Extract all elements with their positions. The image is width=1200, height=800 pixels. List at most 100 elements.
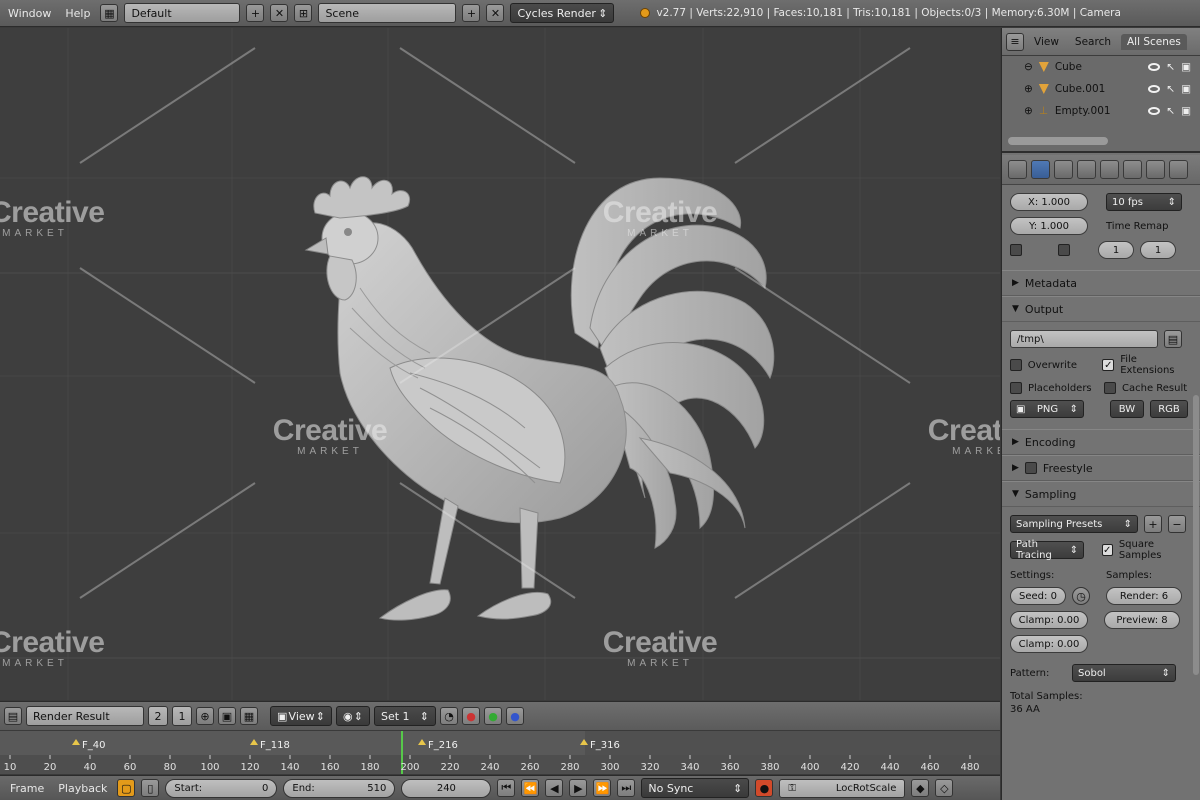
next-key-icon[interactable]: ⏩: [593, 779, 612, 797]
add-screen-icon[interactable]: +: [246, 4, 265, 22]
view-icon[interactable]: ▦: [240, 707, 258, 725]
cursor-icon[interactable]: ↖: [1166, 83, 1175, 95]
expand-icon[interactable]: ⊖: [1024, 61, 1033, 73]
render-camera-icon[interactable]: ▣: [1181, 105, 1191, 117]
remove-screen-icon[interactable]: ✕: [270, 4, 289, 22]
keying-set-select[interactable]: Set 1 ⇕: [374, 706, 436, 726]
scene-tab-icon[interactable]: [1077, 160, 1096, 179]
menu-playback[interactable]: Playback: [54, 782, 111, 795]
frame-rate-select[interactable]: 10 fps ⇕: [1106, 193, 1182, 211]
jump-end-icon[interactable]: ⏭: [617, 779, 636, 797]
aspect-x-field[interactable]: X: 1.000: [1010, 193, 1088, 211]
outliner-row-cube[interactable]: ⊖ Cube ↖ ▣: [1002, 56, 1200, 78]
time-remap-new-field[interactable]: 1: [1140, 241, 1176, 259]
outliner[interactable]: ≡ View Search All Scenes ⊖ Cube ↖ ▣ ⊕ Cu…: [1002, 28, 1200, 153]
properties-scrollbar[interactable]: [1193, 395, 1199, 675]
render-tab-icon[interactable]: [1031, 160, 1050, 179]
delete-keyframe-icon[interactable]: ◇: [935, 779, 954, 797]
menu-frame[interactable]: Frame: [6, 782, 48, 795]
add-preset-icon[interactable]: +: [1144, 515, 1162, 533]
render-camera-icon[interactable]: ▣: [1181, 83, 1191, 95]
image-layer-field[interactable]: 1: [172, 706, 192, 726]
outliner-scrollbar[interactable]: [1008, 137, 1108, 145]
visibility-eye-icon[interactable]: [1148, 85, 1161, 93]
pattern-select[interactable]: Sobol ⇕: [1072, 664, 1176, 682]
remove-preset-icon[interactable]: −: [1168, 515, 1186, 533]
integrator-select[interactable]: Path Tracing ⇕: [1010, 539, 1085, 561]
channel-blue-icon[interactable]: ●: [506, 707, 524, 725]
sampling-presets-select[interactable]: Sampling Presets ⇕: [1010, 515, 1138, 533]
outliner-row-cube-001[interactable]: ⊕ Cube.001 ↖ ▣: [1002, 78, 1200, 100]
cache-result-checkbox[interactable]: [1104, 382, 1116, 394]
image-icon[interactable]: ▣: [218, 707, 236, 725]
placeholders-checkbox[interactable]: [1010, 382, 1022, 394]
world-tab-icon[interactable]: [1100, 160, 1119, 179]
channel-green-icon[interactable]: ●: [484, 707, 502, 725]
border-checkbox[interactable]: [1010, 244, 1022, 256]
square-samples-checkbox[interactable]: ✓: [1101, 544, 1113, 556]
outliner-row-empty-001[interactable]: ⊕ ⊥ Empty.001 ↖ ▣: [1002, 100, 1200, 122]
screen-layout-field[interactable]: Default: [124, 3, 241, 23]
timeline[interactable]: F_40 F_118 F_216 F_316 10 20 40 60 80 100 120 1…: [0, 730, 1000, 774]
output-path-field[interactable]: /tmp\: [1010, 330, 1158, 348]
current-frame-field[interactable]: 240: [401, 778, 492, 798]
insert-keyframe-icon[interactable]: ◆: [911, 779, 930, 797]
menu-help[interactable]: Help: [61, 7, 94, 20]
modifiers-tab-icon[interactable]: [1169, 160, 1188, 179]
channel-red-icon[interactable]: ●: [462, 707, 480, 725]
auto-keying-icon[interactable]: ●: [755, 779, 774, 797]
3d-viewport[interactable]: Creative MARKET Creative MARKET Creative…: [0, 28, 1000, 700]
sampling-panel-header[interactable]: ▼ Sampling: [1002, 481, 1200, 507]
file-extensions-checkbox[interactable]: ✓: [1102, 359, 1115, 371]
visibility-eye-icon[interactable]: [1148, 63, 1161, 71]
menu-window[interactable]: Window: [4, 7, 55, 20]
folder-browse-icon[interactable]: ▤: [1164, 330, 1182, 348]
channel-alpha-icon[interactable]: ◔: [440, 707, 458, 725]
view-menu[interactable]: ▣ View ⇕: [270, 706, 332, 726]
tab-all-scenes[interactable]: All Scenes: [1121, 33, 1187, 50]
color-rgb-button[interactable]: RGB: [1150, 400, 1188, 418]
render-engine-select[interactable]: Cycles Render ⇕: [510, 3, 615, 23]
tab-search[interactable]: Search: [1069, 34, 1117, 50]
play-icon[interactable]: ▶: [569, 779, 588, 797]
clamp-direct-field[interactable]: Clamp: 0.00: [1010, 611, 1088, 629]
animated-seed-icon[interactable]: ◷: [1072, 587, 1090, 605]
editor-type-icon[interactable]: ▤: [4, 707, 22, 725]
aspect-y-field[interactable]: Y: 1.000: [1010, 217, 1088, 235]
preview-samples-field[interactable]: Preview: 8: [1104, 611, 1180, 629]
screen-layout-icon[interactable]: ▦: [100, 4, 119, 22]
encoding-panel-header[interactable]: ▶ Encoding: [1002, 429, 1200, 455]
constraints-tab-icon[interactable]: [1146, 160, 1165, 179]
shading-mode-select[interactable]: ◉ ⇕: [336, 706, 370, 726]
object-tab-icon[interactable]: [1123, 160, 1142, 179]
expand-icon[interactable]: ⊕: [1024, 105, 1033, 117]
render-samples-field[interactable]: Render: 6: [1106, 587, 1182, 605]
end-frame-field[interactable]: End: 510: [283, 778, 396, 798]
outliner-editor-icon[interactable]: ≡: [1006, 32, 1024, 51]
preview-range-icon[interactable]: ▢: [117, 779, 136, 797]
crop-checkbox[interactable]: [1058, 244, 1070, 256]
scene-field[interactable]: Scene: [318, 3, 457, 23]
add-scene-icon[interactable]: +: [462, 4, 481, 22]
overwrite-checkbox[interactable]: [1010, 359, 1022, 371]
properties-editor-icon[interactable]: [1008, 160, 1027, 179]
start-frame-field[interactable]: Start: 0: [165, 778, 278, 798]
prev-key-icon[interactable]: ⏪: [521, 779, 540, 797]
color-bw-button[interactable]: BW: [1110, 400, 1144, 418]
expand-icon[interactable]: ⊕: [1024, 83, 1033, 95]
render-camera-icon[interactable]: ▣: [1181, 61, 1191, 73]
visibility-eye-icon[interactable]: [1148, 107, 1161, 115]
render-layers-tab-icon[interactable]: [1054, 160, 1073, 179]
seed-field[interactable]: Seed: 0: [1010, 587, 1066, 605]
image-browse-field[interactable]: Render Result: [26, 706, 144, 726]
metadata-panel-header[interactable]: ▶ Metadata: [1002, 270, 1200, 296]
lock-icon[interactable]: ▯: [141, 779, 160, 797]
freestyle-panel-header[interactable]: ▶ Freestyle: [1002, 455, 1200, 481]
tab-view[interactable]: View: [1028, 34, 1065, 50]
rooster-model[interactable]: [0, 28, 1000, 700]
active-keying-set-field[interactable]: ⚿ LocRotScale: [779, 778, 906, 798]
time-remap-old-field[interactable]: 1: [1098, 241, 1134, 259]
cursor-icon[interactable]: ↖: [1166, 105, 1175, 117]
freestyle-checkbox[interactable]: [1024, 462, 1037, 474]
jump-start-icon[interactable]: ⏮: [497, 779, 516, 797]
